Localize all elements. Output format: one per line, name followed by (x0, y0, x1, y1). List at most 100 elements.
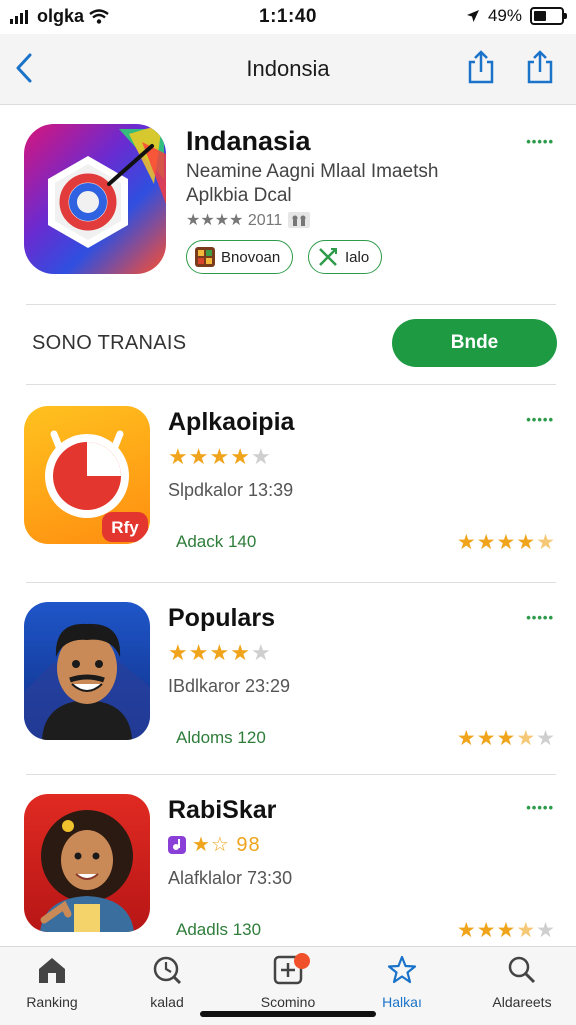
star-icon: ★ (536, 531, 556, 554)
house-icon (39, 958, 65, 983)
tab-label: Halkaı (382, 994, 422, 1010)
featured-app-subtitle: Neamine Aagni Mlaal Imaetsh Aplkbia Dcal (186, 160, 486, 208)
star-icon: ★ (230, 640, 251, 665)
clock-search-icon (153, 956, 182, 985)
search-icon (508, 956, 536, 984)
section-action-button[interactable]: Bnde (392, 319, 557, 367)
status-right: 49% (466, 6, 567, 26)
share-button[interactable] (466, 50, 496, 89)
star-icon: ★ (536, 919, 556, 942)
more-options-icon[interactable]: ••••• (526, 412, 554, 427)
app-rating-stars: ★☆ 98 (168, 832, 261, 857)
battery-icon (530, 7, 567, 25)
star-icon: ★ (250, 640, 272, 665)
app-meta: Alafklalor 73:30 (168, 868, 293, 888)
star-icon: ★ (516, 919, 537, 942)
app-icon-avatar (24, 602, 150, 740)
app-icon-timer: Rfy (24, 406, 150, 544)
star-icon: ★ (476, 919, 497, 942)
export-button[interactable] (525, 50, 555, 89)
star-icon: ★ (456, 727, 477, 750)
cartoon-girl-icon (40, 810, 134, 932)
star-icon: ★ (188, 640, 210, 665)
chip-button-2[interactable]: Ialo (308, 240, 383, 274)
battery-percent: 49% (487, 6, 522, 25)
tab-label: kalad (150, 994, 184, 1010)
tab-label: Ranking (26, 994, 78, 1010)
app-title: Populars (168, 604, 275, 632)
app-count: Adadls 130 (176, 920, 262, 939)
app-icon-girl (24, 794, 150, 932)
featured-app-subtitle-line1: Neamine Aagni Mlaal Imaetsh (186, 161, 439, 182)
featured-app[interactable]: Indanasia Neamine Aagni Mlaal Imaetsh Ap… (0, 104, 576, 304)
star-icon: ★ (536, 727, 556, 750)
star-icon: ★ (168, 640, 189, 665)
star-icon: ★ (496, 531, 517, 554)
star-icon (387, 955, 417, 984)
more-options-icon[interactable]: ••••• (526, 610, 554, 625)
star-icon: ★ (188, 444, 210, 469)
tab-kalad[interactable]: kalad (115, 955, 219, 1010)
tab-ranking[interactable]: Ranking (0, 955, 104, 1010)
featured-app-title: Indanasia (186, 126, 311, 156)
list-item[interactable]: RabiSkar ★☆ 98 Alafklalor 73:30 Adadls 1… (0, 772, 576, 962)
app-count: Adack 140 (176, 532, 257, 551)
chip-label-1: Bnovoan (221, 248, 281, 266)
navigation-bar: Indonsia (0, 34, 576, 105)
share-icon (468, 50, 494, 84)
notification-badge (294, 953, 310, 969)
app-review-stars: ★★★★★ (457, 918, 556, 943)
tab-scomino[interactable]: Scomino (236, 953, 340, 1010)
chip-label-2: Ialo (345, 248, 370, 266)
more-options-icon[interactable]: ••••• (526, 800, 554, 815)
tab-aldareets[interactable]: Aldareets (470, 955, 574, 1010)
featured-app-rating-text: ★★★★ 2011 (186, 212, 283, 229)
tab-label: Scomino (260, 994, 316, 1010)
star-icon: ★ (476, 531, 497, 554)
star-icon: ★ (516, 727, 537, 750)
crossed-tools-icon (319, 248, 337, 266)
app-icon-badge-text: Rfy (111, 518, 139, 537)
star-icon: ★ (250, 444, 272, 469)
app-rating-text: ★☆ 98 (192, 834, 261, 856)
app-rating-stars: ★★★★★ (168, 640, 272, 666)
star-icon: ★ (516, 531, 537, 554)
app-meta: IBdlkaror 23:29 (168, 676, 291, 696)
app-rating-stars: ★★★★★ (168, 444, 272, 470)
chess-icon (288, 212, 311, 228)
hexagon-logo-icon (48, 124, 166, 248)
star-icon: ★ (496, 919, 517, 942)
timer-cat-icon: Rfy (45, 430, 148, 542)
share-icon (527, 50, 553, 84)
featured-app-subtitle-line2: Aplkbia Dcal (186, 185, 292, 206)
more-options-icon[interactable]: ••••• (526, 134, 554, 149)
section-header: SONO TRANAIS Bnde (0, 306, 576, 382)
app-title: RabiSkar (168, 796, 277, 824)
location-arrow-icon (466, 10, 479, 22)
music-app-icon (168, 835, 186, 854)
list-item[interactable]: Populars ★★★★★ IBdlkaror 23:29 Aldoms 12… (0, 580, 576, 770)
app-meta: Slpdkalor 13:39 (168, 480, 294, 500)
star-icon: ★ (209, 640, 231, 665)
cartoon-man-icon (24, 623, 150, 740)
star-icon: ★ (476, 727, 497, 750)
list-item[interactable]: Rfy Aplkaoipia ★★★★★ Slpdkalor 13:39 Ada… (0, 384, 576, 574)
status-bar: olgka 1:1:40 49% (0, 0, 576, 34)
chip-button-1[interactable]: Bnovoan (186, 240, 294, 274)
divider (26, 304, 556, 305)
app-review-stars: ★★★★★ (457, 530, 556, 555)
star-icon: ★ (496, 727, 517, 750)
battery-fill (534, 11, 546, 21)
tab-label: Aldareets (492, 994, 552, 1010)
featured-app-rating: ★★★★ 2011 (186, 210, 311, 230)
app-review-stars: ★★★★★ (457, 726, 556, 751)
app-thumbnail-icon (195, 247, 215, 267)
app-title: Aplkaoipia (168, 408, 295, 436)
home-indicator[interactable] (200, 1011, 376, 1017)
star-icon: ★ (456, 531, 477, 554)
star-icon: ★ (456, 919, 477, 942)
app-count: Aldoms 120 (176, 728, 266, 747)
featured-app-icon (24, 124, 166, 274)
star-icon: ★ (209, 444, 231, 469)
tab-halkai[interactable]: Halkaı (350, 955, 454, 1010)
